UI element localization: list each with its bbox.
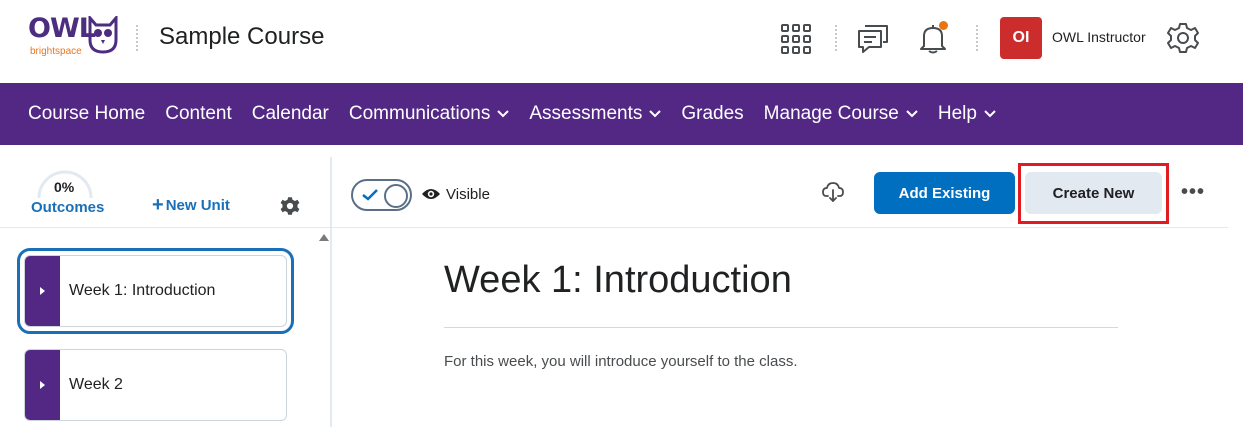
toolbar-divider <box>332 227 1228 228</box>
unit-expand-toggle[interactable] <box>25 350 60 420</box>
nav-grades[interactable]: Grades <box>681 103 743 125</box>
units-sidebar: 0% Outcomes + New Unit Week 1: Introduct… <box>0 145 331 427</box>
top-header: OWL brightspace Sample Course OI OWL Ins… <box>0 0 1243 83</box>
chevron-down-icon <box>984 110 996 118</box>
plus-icon: + <box>152 194 164 216</box>
unit-card-week-1[interactable]: Week 1: Introduction <box>17 248 294 334</box>
create-new-button[interactable]: Create New <box>1025 172 1162 214</box>
unit-description[interactable]: For this week, you will introduce yourse… <box>444 353 797 370</box>
nav-calendar[interactable]: Calendar <box>252 103 329 125</box>
message-icon[interactable] <box>857 22 889 54</box>
sidebar-divider <box>0 227 331 228</box>
course-title[interactable]: Sample Course <box>159 22 324 52</box>
user-name[interactable]: OWL Instructor <box>1052 29 1146 45</box>
nav-assessments[interactable]: Assessments <box>529 103 662 125</box>
header-divider <box>976 25 978 51</box>
scroll-up-arrow-icon[interactable] <box>319 234 329 241</box>
eye-icon <box>422 189 440 199</box>
chevron-down-icon <box>497 110 510 118</box>
nav-label: Communications <box>348 103 491 124</box>
logo-text: OWL <box>28 13 96 44</box>
unit-card-week-2[interactable]: Week 2 <box>24 349 287 421</box>
new-unit-label: New Unit <box>165 197 230 214</box>
visibility-label: Visible <box>446 186 490 203</box>
owl-brightspace-logo[interactable]: OWL brightspace <box>28 14 120 60</box>
unit-title[interactable]: Week 1: Introduction <box>444 257 792 303</box>
nav-label: Grades <box>681 103 744 124</box>
user-avatar[interactable]: OI <box>1000 17 1042 59</box>
title-divider <box>444 327 1118 328</box>
nav-help[interactable]: Help <box>938 103 996 125</box>
nav-label: Help <box>937 103 977 124</box>
outcomes-link[interactable]: Outcomes <box>31 199 104 216</box>
course-navbar: Course Home Content Calendar Communicati… <box>0 83 1243 145</box>
caret-right-icon <box>40 287 45 295</box>
download-icon[interactable] <box>822 181 844 208</box>
nav-content[interactable]: Content <box>165 103 232 125</box>
apps-grid-icon[interactable] <box>781 24 811 54</box>
gear-icon[interactable] <box>1167 22 1199 54</box>
more-options-icon[interactable]: ••• <box>1181 182 1205 202</box>
nav-label: Course Home <box>28 103 146 124</box>
logo-subtext: brightspace <box>30 46 82 57</box>
header-divider <box>835 25 837 51</box>
checkmark-icon <box>362 189 378 201</box>
nav-label: Manage Course <box>763 103 899 124</box>
notification-dot <box>939 21 948 30</box>
nav-label: Calendar <box>251 103 329 124</box>
progress-value: 0% <box>54 179 75 195</box>
chevron-down-icon <box>649 110 662 118</box>
owl-face-icon <box>88 16 118 54</box>
unit-expand-toggle[interactable] <box>25 256 60 326</box>
nav-label: Content <box>165 103 232 124</box>
sidebar-settings-icon[interactable] <box>280 196 300 221</box>
visibility-toggle[interactable] <box>351 179 412 211</box>
unit-label: Week 2 <box>69 376 123 393</box>
toggle-knob <box>384 184 408 208</box>
header-divider <box>136 25 138 51</box>
new-unit-button[interactable]: + New Unit <box>152 194 230 216</box>
chevron-down-icon <box>906 110 918 118</box>
add-existing-button[interactable]: Add Existing <box>874 172 1015 214</box>
unit-label: Week 1: Introduction <box>69 282 216 299</box>
panel-divider <box>330 157 332 427</box>
caret-right-icon <box>40 381 45 389</box>
nav-manage-course[interactable]: Manage Course <box>764 103 918 125</box>
nav-communications[interactable]: Communications <box>349 103 510 125</box>
nav-label: Assessments <box>529 103 643 124</box>
nav-course-home[interactable]: Course Home <box>28 103 145 125</box>
